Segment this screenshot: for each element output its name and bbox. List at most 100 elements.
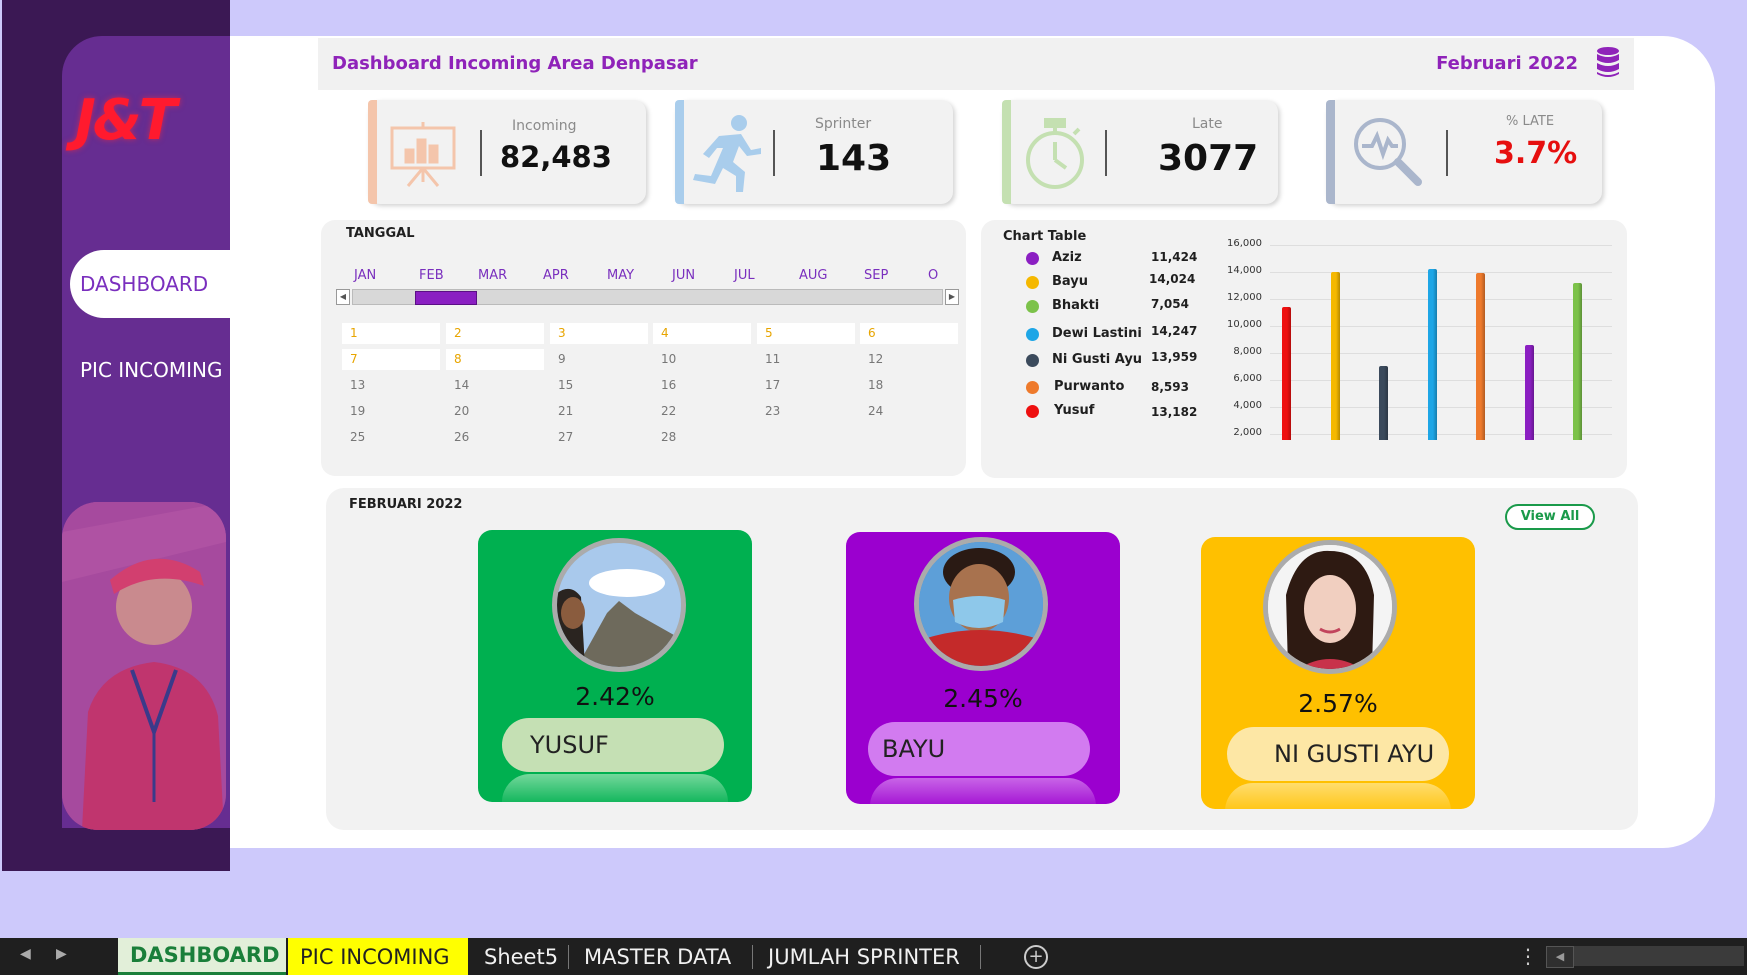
header-bar: Dashboard Incoming Area Denpasar Februar… — [318, 38, 1634, 90]
kpi-sprinter: Sprinter 143 — [675, 100, 953, 204]
sheet-tab-jumlah-sprinter[interactable]: JUMLAH SPRINTER — [756, 938, 972, 975]
day-cell[interactable]: 19 — [342, 401, 440, 422]
tab-separator — [568, 945, 569, 969]
legend-value: 14,247 — [1151, 324, 1198, 338]
legend-value: 11,424 — [1151, 250, 1198, 264]
nav-pic-incoming[interactable]: PIC INCOMING — [70, 336, 230, 404]
legend-dot — [1026, 381, 1039, 394]
day-cell[interactable]: 22 — [653, 401, 751, 422]
day-cell[interactable]: 24 — [860, 401, 958, 422]
kpi-late-percent-label: % LATE — [1506, 114, 1555, 129]
legend-name: Dewi Lastini — [1052, 326, 1142, 341]
y-tick-label: 2,000 — [1233, 427, 1262, 438]
timeline-scroll-left[interactable]: ◀ — [336, 289, 350, 305]
kpi-accent — [1326, 100, 1335, 204]
day-cell[interactable]: 25 — [342, 427, 440, 448]
legend-name: Bayu — [1052, 274, 1089, 289]
day-cell[interactable]: 9 — [550, 349, 648, 370]
day-cell[interactable]: 1 — [342, 323, 440, 344]
day-cell[interactable]: 7 — [342, 349, 440, 370]
day-cell[interactable]: 11 — [757, 349, 855, 370]
pic-card-bayu: 2.45% BAYU — [846, 532, 1120, 804]
kpi-incoming-value: 82,483 — [500, 140, 612, 174]
sheet-tab-master-data[interactable]: MASTER DATA — [572, 938, 743, 975]
day-cell[interactable]: 21 — [550, 401, 648, 422]
day-cell[interactable]: 12 — [860, 349, 958, 370]
day-cell[interactable]: 15 — [550, 375, 648, 396]
gridline — [1270, 245, 1612, 246]
pic-name-pill: YUSUF — [502, 718, 724, 772]
day-cell[interactable]: 8 — [446, 349, 544, 370]
legend-value: 14,024 — [1149, 272, 1196, 286]
add-sheet-icon[interactable]: + — [1024, 945, 1048, 969]
kpi-divider — [480, 130, 482, 176]
legend-value: 13,959 — [1151, 350, 1198, 364]
pic-glow — [502, 774, 728, 802]
month-jul[interactable]: JUL — [734, 268, 755, 283]
day-cell[interactable]: 17 — [757, 375, 855, 396]
timeline-selection-handle[interactable] — [415, 291, 477, 305]
month-feb[interactable]: FEB — [419, 268, 444, 283]
timeline-title: TANGGAL — [346, 226, 415, 241]
presentation-chart-icon — [388, 122, 458, 192]
day-cell[interactable]: 4 — [653, 323, 751, 344]
prev-sheet-icon[interactable]: ◀ — [20, 946, 31, 962]
day-cell[interactable]: 18 — [860, 375, 958, 396]
day-cell[interactable]: 14 — [446, 375, 544, 396]
y-tick-label: 12,000 — [1227, 292, 1262, 303]
month-sep[interactable]: SEP — [864, 268, 888, 283]
day-cell[interactable]: 13 — [342, 375, 440, 396]
kpi-late-percent-value: 3.7% — [1494, 136, 1578, 171]
day-cell[interactable]: 28 — [653, 427, 751, 448]
avatar — [914, 537, 1048, 671]
chart-table-title: Chart Table — [1003, 229, 1087, 244]
month-may[interactable]: MAY — [607, 268, 634, 283]
stopwatch-icon — [1024, 118, 1086, 194]
month-jan[interactable]: JAN — [354, 268, 376, 283]
nav-dashboard[interactable]: DASHBOARD — [70, 250, 230, 318]
day-cell[interactable]: 16 — [653, 375, 751, 396]
month-jun[interactable]: JUN — [672, 268, 695, 283]
pic-card-yusuf: 2.42% YUSUF — [478, 530, 752, 802]
more-options-icon[interactable]: ⋮ — [1518, 944, 1538, 968]
pic-card-ni-gusti-ayu: 2.57% NI GUSTI AYU — [1201, 537, 1475, 809]
kpi-late-percent: % LATE 3.7% — [1326, 100, 1602, 204]
month-mar[interactable]: MAR — [478, 268, 507, 283]
day-cell[interactable]: 23 — [757, 401, 855, 422]
day-cell[interactable]: 27 — [550, 427, 648, 448]
legend-name: Aziz — [1052, 250, 1082, 265]
sheet-tab-dashboard[interactable]: DASHBOARD — [118, 938, 286, 975]
kpi-incoming-label: Incoming — [512, 118, 577, 134]
day-cell[interactable]: 5 — [757, 323, 855, 344]
month-aug[interactable]: AUG — [799, 268, 827, 283]
kpi-late: Late 3077 — [1002, 100, 1278, 204]
pic-percent: 2.42% — [575, 682, 655, 711]
magnifier-pulse-icon — [1352, 116, 1424, 192]
day-cell[interactable]: 10 — [653, 349, 751, 370]
month-oct[interactable]: O — [928, 268, 938, 283]
day-cell[interactable]: 6 — [860, 323, 958, 344]
y-tick-label: 8,000 — [1233, 346, 1262, 357]
next-sheet-icon[interactable]: ▶ — [56, 946, 67, 962]
gridline — [1270, 299, 1612, 300]
pic-glow — [870, 778, 1096, 804]
day-cell[interactable]: 26 — [446, 427, 544, 448]
day-cell[interactable]: 20 — [446, 401, 544, 422]
chart-bar — [1379, 365, 1388, 440]
view-all-button[interactable]: View All — [1505, 504, 1595, 530]
sheet-tab-pic-incoming[interactable]: PIC INCOMING — [288, 938, 468, 975]
chart-bar — [1330, 271, 1340, 440]
sheet-tab-sheet5[interactable]: Sheet5 — [472, 938, 570, 975]
kpi-sprinter-label: Sprinter — [815, 116, 872, 132]
day-cell[interactable]: 2 — [446, 323, 544, 344]
month-apr[interactable]: APR — [543, 268, 569, 283]
gridline — [1270, 272, 1612, 273]
timeline-scroll-right[interactable]: ▶ — [945, 289, 959, 305]
timeline-track[interactable] — [352, 289, 943, 305]
scroll-left-icon[interactable]: ◀ — [1546, 946, 1574, 968]
horizontal-scrollbar[interactable] — [1574, 946, 1744, 966]
nav-dashboard-label: DASHBOARD — [80, 272, 209, 296]
day-cell[interactable]: 3 — [550, 323, 648, 344]
sheet-tab-bar: ◀ ▶ DASHBOARD PIC INCOMING Sheet5 MASTER… — [0, 938, 1747, 975]
chart-bar — [1524, 344, 1534, 440]
